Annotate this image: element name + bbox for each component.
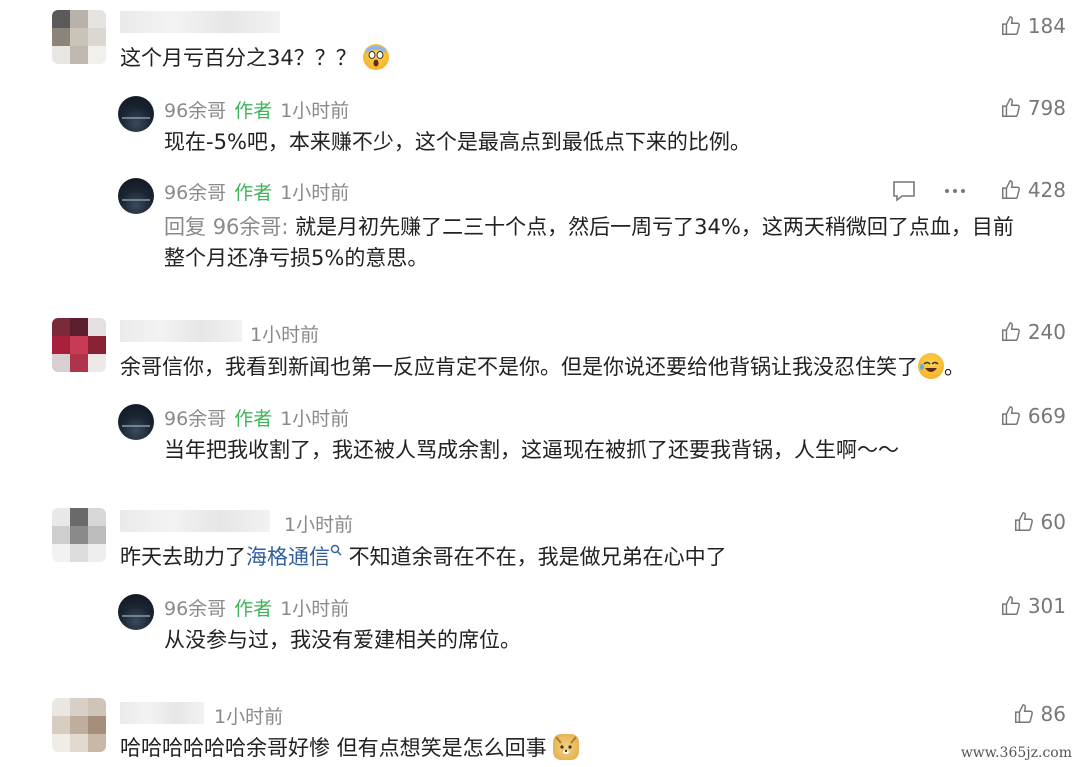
reply-meta: 96余哥 作者 1小时前 [164,178,349,205]
thumbs-up-icon [1001,596,1020,615]
timestamp: 1小时前 [280,100,350,122]
avatar[interactable] [52,508,106,562]
like-button[interactable]: 428 [1000,178,1066,202]
laugh-cry-emoji-icon [918,353,944,379]
reply-text: 当年把我收割了，我还被人骂成余割，这逼现在被抓了还要我背锅，人生啊～～ [164,438,899,462]
thumbs-up-icon [1014,512,1033,531]
like-count: 86 [1040,702,1066,726]
like-button[interactable]: 301 [1000,594,1066,618]
like-button[interactable]: 669 [1000,404,1066,428]
avatar[interactable] [118,404,154,440]
timestamp: 1小时前 [284,514,354,536]
watermark: www.365jz.com [960,745,1072,761]
author-badge: 作者 [234,100,273,122]
timestamp: 1小时前 [280,408,350,430]
like-count: 240 [1027,320,1066,344]
search-icon[interactable] [330,544,342,556]
comment-text: 哈哈哈哈哈哈余哥好惨 但有点想笑是怎么回事 [120,732,580,764]
reply-text-line2: 整个月还净亏损5%的意思。 [164,246,429,270]
stock-link[interactable]: 海格通信 [246,545,330,569]
comment-text: 这个月亏百分之34？？？ [120,42,390,74]
like-count: 60 [1040,510,1066,534]
like-count: 184 [1027,14,1066,38]
username[interactable]: 96余哥 [164,598,226,620]
author-badge: 作者 [234,598,273,620]
reply-text: 从没参与过，我没有爱建相关的席位。 [164,628,521,652]
like-button[interactable]: 86 [1013,702,1066,726]
reply-actions [892,180,966,202]
username[interactable]: 96余哥 [164,182,226,204]
thumbs-up-icon [1014,704,1033,723]
like-button[interactable]: 240 [1000,320,1066,344]
comment-text: 余哥信你，我看到新闻也第一反应肯定不是你。但是你说还要给他背锅让我没忍住笑了 。 [120,353,965,379]
thumbs-up-icon [1001,406,1020,425]
reply-meta: 96余哥 作者 1小时前 [164,96,349,123]
doge-emoji-icon [553,734,580,760]
avatar[interactable] [52,698,106,752]
username[interactable]: 96余哥 [164,100,226,122]
thumbs-up-icon [1001,322,1020,341]
like-button[interactable]: 798 [1000,96,1066,120]
thumbs-up-icon [1001,98,1020,117]
like-button[interactable]: 184 [1000,14,1066,38]
comment-icon[interactable] [892,180,916,202]
timestamp: 1小时前 [214,706,284,728]
like-count: 428 [1027,178,1066,202]
reply-to-user[interactable]: 96余哥: [213,215,289,239]
username-blurred[interactable] [120,702,204,724]
author-badge: 作者 [234,182,273,204]
like-count: 669 [1027,404,1066,428]
reply-meta: 96余哥 作者 1小时前 [164,594,349,621]
thumbs-up-icon [1001,16,1020,35]
avatar[interactable] [118,178,154,214]
timestamp: 1小时前 [280,182,350,204]
timestamp: 1小时前 [250,324,320,346]
like-count: 798 [1027,96,1066,120]
avatar[interactable] [52,318,106,372]
username-blurred[interactable] [120,510,270,532]
reply-meta: 96余哥 作者 1小时前 [164,404,349,431]
like-button[interactable]: 60 [1013,510,1066,534]
scream-emoji-icon [363,44,390,70]
username[interactable]: 96余哥 [164,408,226,430]
like-count: 301 [1027,594,1066,618]
username-blurred[interactable] [120,320,242,342]
username-blurred[interactable] [120,11,280,33]
more-icon[interactable] [944,188,966,194]
comment-text: 昨天去助力了海格通信 不知道余哥在不在，我是做兄弟在心中了 [120,544,727,569]
reply-text: 现在-5%吧，本来赚不少，这个是最高点到最低点下来的比例。 [164,130,751,154]
avatar[interactable] [52,10,106,64]
avatar[interactable] [118,594,154,630]
reply-text: 回复 96余哥: 就是月初先赚了二三十个点，然后一周亏了34%，这两天稍微回了点… [164,215,1014,239]
author-badge: 作者 [234,408,273,430]
timestamp: 1小时前 [280,598,350,620]
thumbs-up-icon [1001,180,1020,199]
avatar[interactable] [118,96,154,132]
